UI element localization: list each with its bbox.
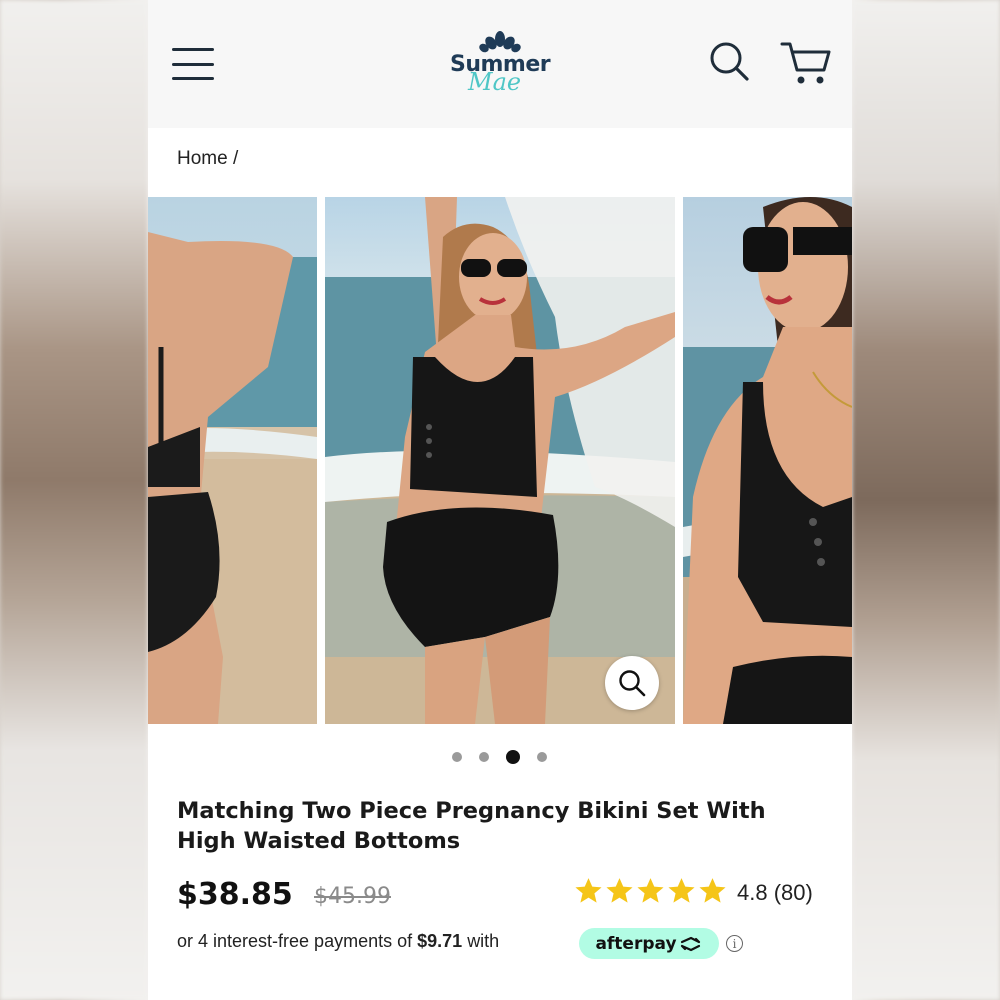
star-icon	[637, 878, 664, 903]
site-logo[interactable]: Summer Mae	[438, 30, 562, 100]
cart-icon[interactable]	[780, 40, 832, 88]
pagination-dot[interactable]	[452, 752, 462, 762]
installment-suffix: with	[467, 931, 500, 951]
breadcrumb[interactable]: Home /	[177, 148, 238, 170]
afterpay-label: afterpay	[595, 933, 677, 954]
info-icon[interactable]: i	[726, 935, 743, 952]
gallery-pagination	[452, 749, 547, 765]
product-title: Matching Two Piece Pregnancy Bikini Set …	[177, 798, 766, 854]
installment-amount: $9.71	[417, 931, 463, 951]
pagination-dot-active[interactable]	[506, 750, 520, 764]
background-blur-right	[852, 0, 1000, 1000]
star-icon	[575, 878, 602, 903]
logo-flower-icon	[479, 31, 521, 53]
afterpay-badge[interactable]: afterpay	[579, 928, 719, 959]
site-header: Summer Mae	[148, 0, 852, 128]
logo-text-mae: Mae	[468, 68, 522, 96]
search-icon[interactable]	[708, 40, 752, 84]
rating-stars[interactable]	[574, 877, 727, 905]
pagination-dot[interactable]	[479, 752, 489, 762]
compare-at-price: $45.99	[314, 884, 391, 909]
installment-text: or 4 interest-free payments of $9.71 wit…	[177, 931, 499, 952]
rating-summary[interactable]: 4.8 (80)	[737, 880, 813, 906]
background-blur-left	[0, 0, 148, 1000]
pagination-dot[interactable]	[537, 752, 547, 762]
product-image-gallery[interactable]	[148, 197, 852, 724]
installment-prefix: or 4 interest-free payments of	[177, 931, 413, 951]
gallery-image-back-view[interactable]	[148, 197, 317, 724]
hamburger-icon[interactable]	[172, 48, 214, 80]
sale-price: $38.85	[177, 877, 293, 912]
gallery-image-front-view[interactable]	[325, 197, 675, 724]
product-page: Summer Mae Home / Matching Two Piece Pre…	[148, 0, 852, 1000]
afterpay-arrows-icon	[680, 936, 700, 951]
star-icon	[699, 878, 726, 903]
zoom-icon[interactable]	[605, 656, 659, 710]
gallery-image-side-view[interactable]	[683, 197, 852, 724]
star-icon	[668, 878, 695, 903]
star-icon	[606, 878, 633, 903]
